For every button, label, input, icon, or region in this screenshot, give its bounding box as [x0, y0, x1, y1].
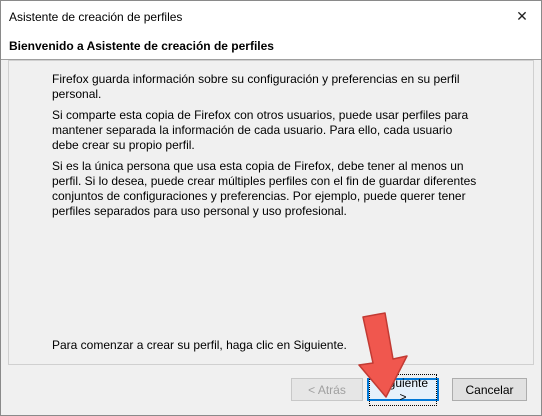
wizard-content: Firefox guarda información sobre su conf… [8, 60, 534, 365]
sharing-paragraph: Si comparte esta copia de Firefox con ot… [52, 108, 469, 152]
multiple-profiles-paragraph: Si es la única persona que usa esta copi… [52, 159, 477, 218]
wizard-header: Bienvenido a Asistente de creación de pe… [1, 31, 541, 60]
title-bar: Asistente de creación de perfiles ✕ [1, 1, 541, 31]
close-icon: ✕ [516, 7, 528, 24]
page-title: Bienvenido a Asistente de creación de pe… [9, 39, 274, 53]
cancel-button-label: Cancelar [465, 382, 514, 397]
window-title: Asistente de creación de perfiles [9, 10, 183, 24]
wizard-window: Asistente de creación de perfiles ✕ Bien… [0, 0, 542, 416]
intro-paragraph: Firefox guarda información sobre su conf… [52, 72, 460, 101]
cancel-button[interactable]: Cancelar [452, 378, 527, 401]
down-arrow-annotation-icon [358, 312, 408, 398]
instruction-paragraph: Para comenzar a crear su perfil, haga cl… [52, 338, 347, 352]
back-button-label: < Atrás [308, 382, 346, 397]
close-button[interactable]: ✕ [503, 1, 541, 31]
